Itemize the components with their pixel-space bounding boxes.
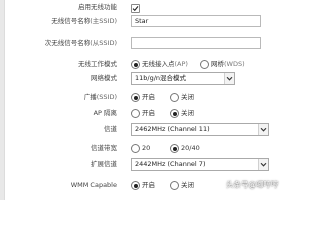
network-mode-select[interactable]: 11b/g/n混合模式 <box>131 72 235 85</box>
work-mode-wds-radio[interactable] <box>200 60 209 69</box>
broadcast-off-radio[interactable] <box>170 93 179 102</box>
work-mode-label: 无线工作模式 <box>78 60 117 68</box>
channel-label: 信道 <box>104 125 117 133</box>
ap-isolation-off-label: 关闭 <box>181 109 194 117</box>
network-mode-value: 11b/g/n混合模式 <box>135 74 187 82</box>
broadcast-on-label: 开启 <box>142 93 155 101</box>
work-mode-ap-radio[interactable] <box>131 60 140 69</box>
ssid-primary-label: 无线信号名称(主SSID) <box>51 17 117 25</box>
chevron-down-icon <box>260 162 267 167</box>
ssid-secondary-label: 次无线信号名称(从SSID) <box>44 39 117 47</box>
wmm-off-label: 关闭 <box>181 181 194 189</box>
ap-isolation-on-label: 开启 <box>142 109 155 117</box>
left-sidebar-edge <box>0 0 5 200</box>
ap-isolation-off-radio[interactable] <box>170 109 179 118</box>
channel-value: 2462MHz (Channel 11) <box>135 125 210 133</box>
bandwidth-label: 信道带宽 <box>91 144 117 152</box>
ssid-secondary-input[interactable] <box>131 37 261 49</box>
bandwidth-20-label: 20 <box>142 144 151 152</box>
ext-channel-value: 2442MHz (Channel 7) <box>135 160 206 168</box>
wmm-on-label: 开启 <box>142 181 155 189</box>
broadcast-on-radio[interactable] <box>131 93 140 102</box>
ext-channel-dropdown-button[interactable] <box>258 159 268 170</box>
bandwidth-20-radio[interactable] <box>131 144 140 153</box>
channel-select[interactable]: 2462MHz (Channel 11) <box>131 123 269 136</box>
ext-channel-label: 扩展信道 <box>91 160 117 168</box>
work-mode-ap-label: 无线接入点(AP) <box>142 60 188 68</box>
wmm-off-radio[interactable] <box>170 181 179 190</box>
wireless-settings-page: 启用无线功能 无线信号名称(主SSID) Star 次无线信号名称(从SSID)… <box>0 0 300 200</box>
network-mode-dropdown-button[interactable] <box>224 73 234 84</box>
ap-isolation-label: AP 隔离 <box>93 109 117 117</box>
network-mode-label: 网络模式 <box>91 74 117 82</box>
ap-isolation-on-radio[interactable] <box>131 109 140 118</box>
chevron-down-icon <box>260 127 267 132</box>
ext-channel-select[interactable]: 2442MHz (Channel 7) <box>131 158 269 171</box>
broadcast-off-label: 关闭 <box>181 93 194 101</box>
chevron-down-icon <box>226 76 233 81</box>
ssid-primary-input[interactable]: Star <box>131 15 261 27</box>
wmm-label: WMM Capable <box>70 181 117 189</box>
enable-wireless-label: 启用无线功能 <box>78 3 117 11</box>
channel-dropdown-button[interactable] <box>258 124 268 135</box>
work-mode-wds-label: 网桥(WDS) <box>211 60 245 68</box>
checkmark-icon <box>132 6 139 12</box>
watermark: 头条号@唧哼哼 <box>226 180 279 189</box>
broadcast-label: 广播(SSID) <box>83 93 117 101</box>
bandwidth-20-40-radio[interactable] <box>170 144 179 153</box>
enable-wireless-checkbox[interactable] <box>131 4 140 13</box>
wmm-on-radio[interactable] <box>131 181 140 190</box>
bandwidth-20-40-label: 20/40 <box>181 144 200 152</box>
